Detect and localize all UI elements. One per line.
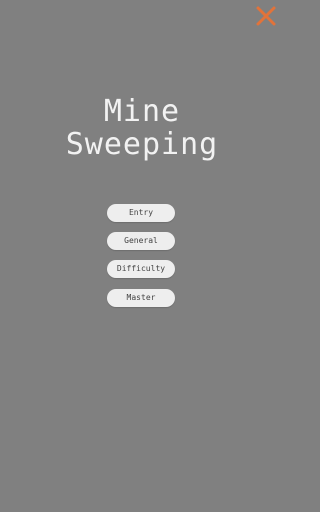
close-button[interactable] [255, 5, 277, 27]
entry-button[interactable]: Entry [107, 204, 175, 222]
general-button[interactable]: General [107, 232, 175, 250]
game-title-line1: Mine [103, 94, 181, 129]
difficulty-button[interactable]: Difficulty [107, 260, 175, 278]
master-button[interactable]: Master [107, 289, 175, 307]
close-icon [255, 5, 277, 27]
game-title-line2: Sweeping [65, 127, 219, 162]
